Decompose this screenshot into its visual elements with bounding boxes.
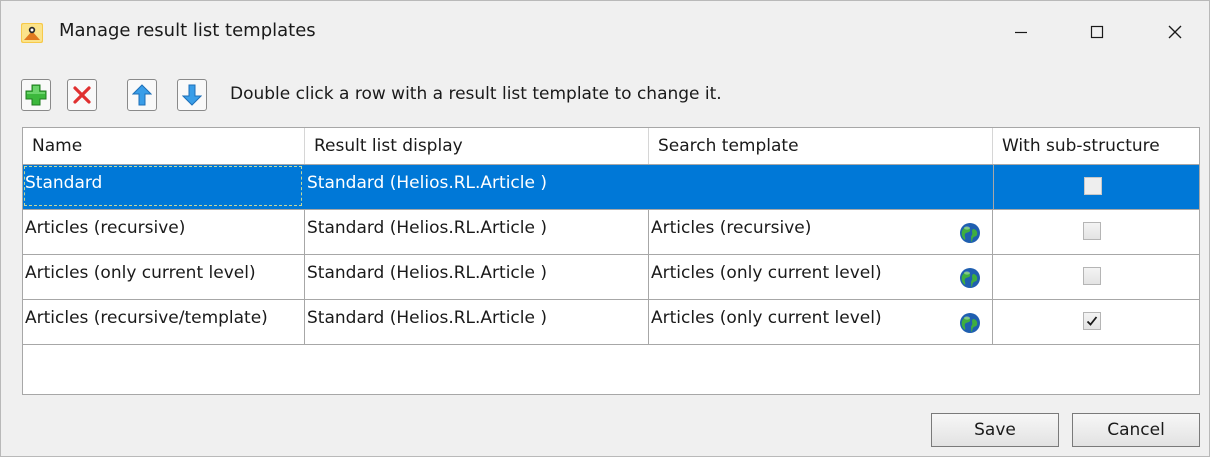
table-row[interactable]: Articles (recursive/template) Standard (…: [23, 299, 1199, 345]
delete-icon: [73, 86, 91, 104]
cell-search-template[interactable]: Articles (only current level): [649, 300, 993, 344]
cell-with-sub-structure[interactable]: [993, 210, 1199, 254]
cell-name[interactable]: Articles (recursive): [23, 210, 305, 254]
cell-search-template[interactable]: Articles (recursive): [649, 210, 993, 254]
table-row[interactable]: Articles (only current level) Standard (…: [23, 254, 1199, 299]
arrow-down-icon: [182, 84, 202, 106]
cell-result-list-display[interactable]: Standard (Helios.RL.Article ): [305, 255, 649, 299]
maximize-button[interactable]: [1067, 1, 1127, 63]
manage-templates-dialog: Manage result list templates Double clic…: [0, 0, 1210, 457]
cell-search-template[interactable]: Articles (only current level): [649, 255, 993, 299]
sub-structure-checkbox[interactable]: [1083, 267, 1101, 285]
app-icon: [21, 23, 43, 43]
column-header-result-list-display[interactable]: Result list display: [305, 128, 649, 164]
cell-search-template-text: Articles (recursive): [651, 218, 812, 238]
table-row[interactable]: Standard Standard (Helios.RL.Article ): [23, 164, 1199, 209]
cell-name[interactable]: Standard: [23, 165, 305, 209]
move-down-button[interactable]: [177, 79, 207, 111]
minimize-button[interactable]: [991, 1, 1051, 63]
arrow-up-icon: [132, 84, 152, 106]
grid-header: Name Result list display Search template…: [23, 128, 1199, 164]
globe-icon: [960, 313, 980, 333]
sub-structure-checkbox[interactable]: [1083, 222, 1101, 240]
add-template-button[interactable]: [21, 79, 51, 111]
column-header-search-template[interactable]: Search template: [649, 128, 993, 164]
globe-icon: [960, 268, 980, 288]
focus-indicator: [24, 166, 302, 206]
cell-result-list-display[interactable]: Standard (Helios.RL.Article ): [305, 210, 649, 254]
cell-search-template[interactable]: [649, 165, 993, 209]
window-title: Manage result list templates: [59, 20, 316, 41]
cell-name[interactable]: Articles (recursive/template): [23, 300, 305, 344]
toolbar-hint: Double click a row with a result list te…: [230, 84, 722, 104]
add-icon: [25, 84, 47, 106]
title-bar: Manage result list templates: [1, 1, 1209, 63]
column-header-with-sub-structure[interactable]: With sub-structure: [993, 128, 1199, 164]
delete-template-button[interactable]: [67, 79, 97, 111]
minimize-icon: [1015, 31, 1027, 34]
checkmark-icon: [1086, 316, 1098, 326]
table-row[interactable]: Articles (recursive) Standard (Helios.RL…: [23, 209, 1199, 254]
cell-with-sub-structure[interactable]: [993, 255, 1199, 299]
close-button[interactable]: [1145, 1, 1205, 63]
cell-name[interactable]: Articles (only current level): [23, 255, 305, 299]
column-header-name[interactable]: Name: [23, 128, 305, 164]
globe-icon: [960, 223, 980, 243]
cell-search-template-text: Articles (only current level): [651, 308, 882, 328]
cell-with-sub-structure[interactable]: [993, 165, 1199, 209]
cancel-button[interactable]: Cancel: [1072, 413, 1200, 447]
cell-result-list-display[interactable]: Standard (Helios.RL.Article ): [305, 300, 649, 344]
sub-structure-checkbox[interactable]: [1083, 312, 1101, 330]
move-up-button[interactable]: [127, 79, 157, 111]
cell-search-template-text: Articles (only current level): [651, 263, 882, 283]
templates-grid[interactable]: Name Result list display Search template…: [22, 127, 1200, 395]
maximize-icon: [1090, 25, 1104, 39]
cell-with-sub-structure[interactable]: [993, 300, 1199, 344]
sub-structure-checkbox[interactable]: [1084, 177, 1102, 195]
close-icon: [1168, 25, 1182, 39]
save-button[interactable]: Save: [931, 413, 1059, 447]
cell-result-list-display[interactable]: Standard (Helios.RL.Article ): [305, 165, 649, 209]
